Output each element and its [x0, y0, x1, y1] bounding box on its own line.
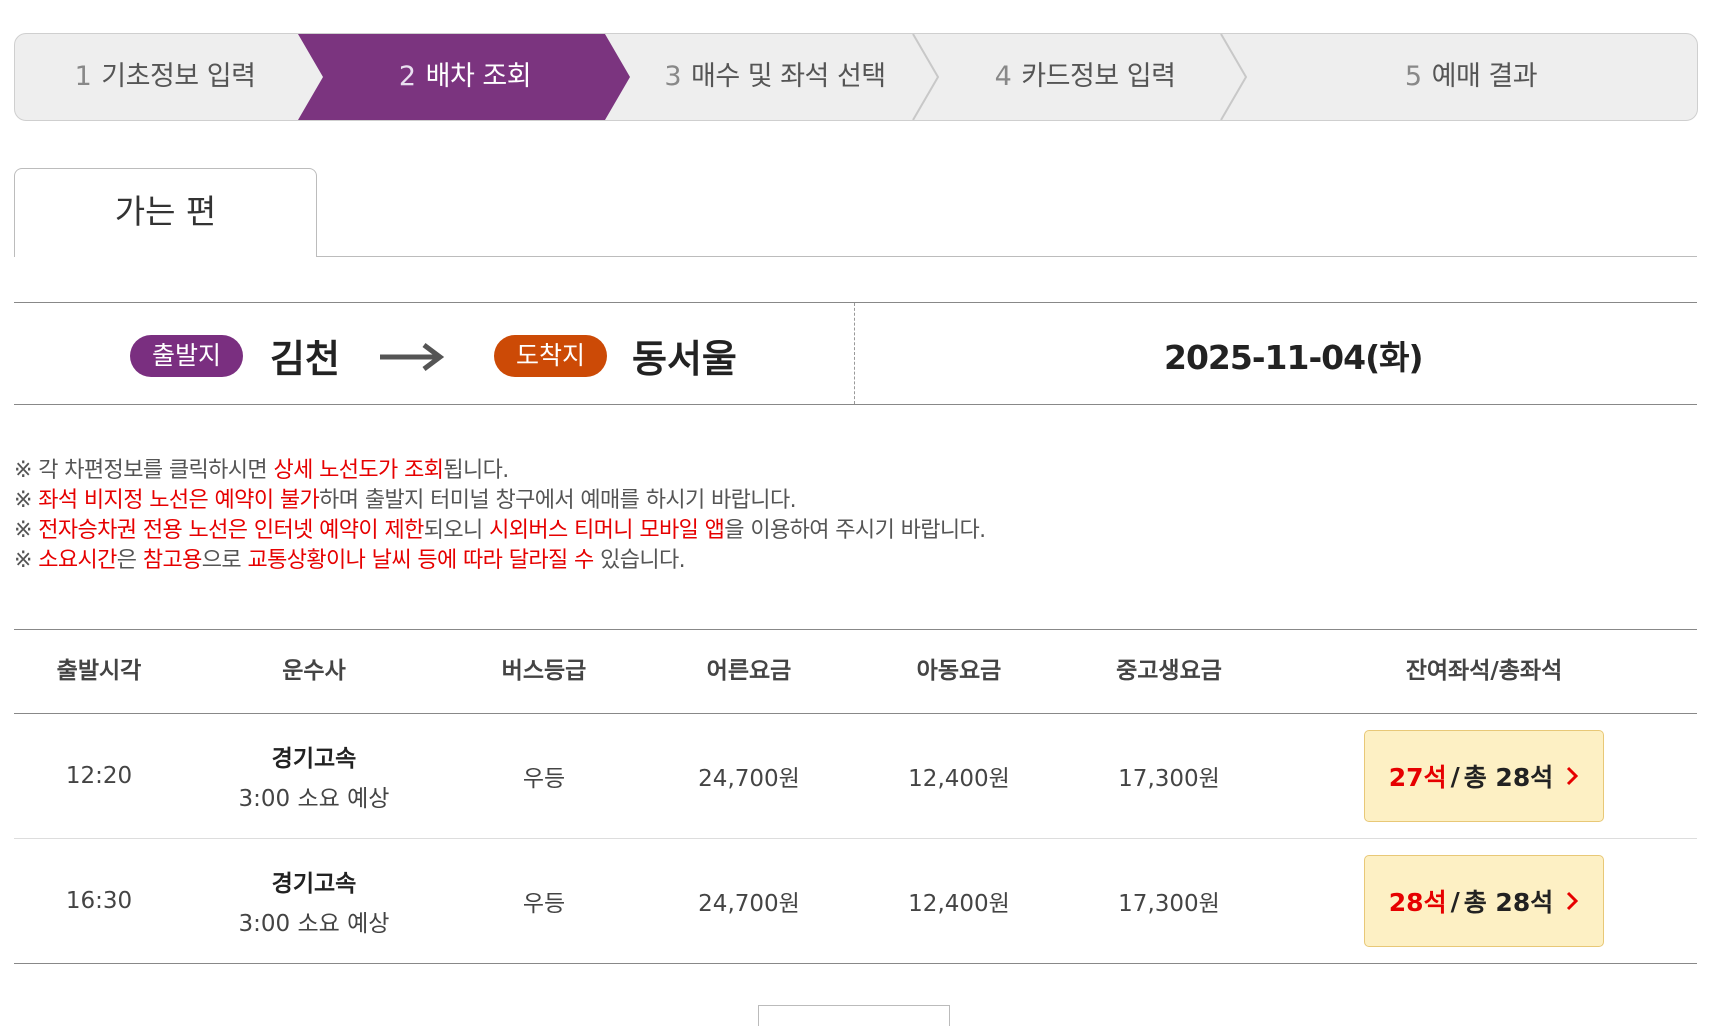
arrival-badge: 도착지: [494, 335, 608, 377]
notice-mark: ※: [14, 488, 39, 513]
grade-text: 우등: [522, 891, 566, 917]
fare-text: 17,300원: [1118, 766, 1220, 792]
table-header: 출발시각 운수사 버스등급 어른요금 아동요금 중고생요금 잔여좌석/총좌석: [14, 629, 1697, 714]
departure-city: 김천: [270, 337, 340, 381]
departure-time: 16:30: [14, 839, 184, 963]
fare-text: 24,700원: [698, 766, 800, 792]
header-child-fare: 아동요금: [916, 658, 1002, 684]
notice-highlight: 상세 노선도가 조회: [273, 458, 444, 483]
notice-item: ※ 각 차편정보를 클릭하시면 상세 노선도가 조회됩니다.: [14, 456, 986, 486]
step-number: 5: [1404, 61, 1422, 92]
remaining-seats: 28석: [1388, 888, 1447, 917]
notice-mark: ※: [14, 548, 39, 573]
arrival-city: 동서울: [632, 337, 737, 381]
adult-fare: 24,700원: [644, 839, 854, 963]
notice-highlight: 소요시간: [38, 548, 117, 573]
seat-separator: /: [1450, 886, 1460, 916]
notice-mark: ※: [14, 518, 39, 543]
chevron-right-icon: [1567, 766, 1579, 786]
notice-highlight: 시외버스 티머니 모바일 앱: [489, 518, 725, 543]
notice-text: 을 이용하여 주시기 바랍니다.: [724, 518, 986, 543]
select-seat-button[interactable]: 27석 / 총 28석: [1364, 730, 1604, 822]
fare-text: 12,400원: [908, 891, 1010, 917]
duration-text: 3:00 소요 예상: [238, 786, 390, 812]
notice-highlight: 참고용: [142, 548, 203, 573]
youth-fare: 17,300원: [1064, 714, 1274, 838]
fare-text: 24,700원: [698, 891, 800, 917]
grade-text: 우등: [522, 766, 566, 792]
fare-text: 17,300원: [1118, 891, 1220, 917]
header-bus-grade: 버스등급: [501, 658, 587, 684]
step-3: 3 매수 및 좌석 선택: [625, 34, 925, 120]
time-text: 12:20: [65, 763, 133, 789]
time-text: 16:30: [65, 888, 133, 914]
schedule-table: 출발시각 운수사 버스등급 어른요금 아동요금 중고생요금 잔여좌석/총좌석 1…: [14, 629, 1697, 964]
notice-text: 각 차편정보를 클릭하시면: [38, 458, 274, 483]
company-name: 경기고속: [271, 746, 357, 772]
header-seats: 잔여좌석/총좌석: [1405, 658, 1563, 684]
tab-outbound[interactable]: 가는 편: [14, 168, 317, 257]
company-name: 경기고속: [271, 871, 357, 897]
departure-time: 12:20: [14, 714, 184, 838]
child-fare: 12,400원: [854, 714, 1064, 838]
notice-highlight: 교통상황이나 날씨 등에 따라 달라질 수: [247, 548, 594, 573]
step-number: 4: [994, 61, 1012, 92]
tab-underline: [317, 256, 1697, 257]
step-label: 배차 조회: [425, 61, 532, 92]
step-label: 예매 결과: [1431, 61, 1538, 92]
header-adult-fare: 어른요금: [706, 658, 792, 684]
step-1: 1 기초정보 입력: [15, 34, 315, 120]
bus-grade: 우등: [444, 714, 644, 838]
chevron-right-icon: [1567, 891, 1579, 911]
step-label: 카드정보 입력: [1021, 61, 1176, 92]
bus-grade: 우등: [444, 839, 644, 963]
step-label: 매수 및 좌석 선택: [691, 61, 886, 92]
header-departure-time: 출발시각: [56, 658, 142, 684]
company-cell: 경기고속 3:00 소요 예상: [184, 839, 444, 963]
notice-highlight: 좌석 비지정 노선은 예약이 불가: [38, 488, 320, 513]
remaining-seats: 27석: [1388, 763, 1447, 792]
notice-text: 으로: [201, 548, 248, 573]
step-2: 2 배차 조회: [315, 34, 615, 120]
notice-list: ※ 각 차편정보를 클릭하시면 상세 노선도가 조회됩니다. ※ 좌석 비지정 …: [14, 456, 986, 576]
step-label: 기초정보 입력: [101, 61, 256, 92]
duration-text: 3:00 소요 예상: [238, 911, 390, 937]
step-4: 4 카드정보 입력: [935, 34, 1235, 120]
route-summary: 출발지 김천 도착지 동서울 2025-11-04(화): [14, 302, 1697, 405]
step-progress-bar: 1 기초정보 입력 2 배차 조회 3 매수 및 좌석 선택 4 카드정보 입력 5 예매…: [14, 33, 1698, 121]
step-number: 2: [398, 61, 416, 92]
step-number: 1: [74, 61, 92, 92]
notice-item: ※ 전자승차권 전용 노선은 인터넷 예약이 제한되오니 시외버스 티머니 모바…: [14, 516, 986, 546]
seats-cell: 28석 / 총 28석: [1274, 839, 1694, 963]
notice-text: 됩니다.: [443, 458, 509, 483]
notice-text: 하며 출발지 터미널 창구에서 예매를 하시기 바랍니다.: [319, 488, 796, 513]
header-company: 운수사: [282, 658, 346, 684]
notice-text: 은: [116, 548, 143, 573]
select-seat-button[interactable]: 28석 / 총 28석: [1364, 855, 1604, 947]
child-fare: 12,400원: [854, 839, 1064, 963]
table-row[interactable]: 12:20 경기고속 3:00 소요 예상 우등 24,700원 12,400원…: [14, 714, 1697, 839]
table-row[interactable]: 16:30 경기고속 3:00 소요 예상 우등 24,700원 12,400원…: [14, 839, 1697, 964]
company-cell: 경기고속 3:00 소요 예상: [184, 714, 444, 838]
notice-item: ※ 소요시간은 참고용으로 교통상황이나 날씨 등에 따라 달라질 수 있습니다…: [14, 546, 986, 576]
notice-item: ※ 좌석 비지정 노선은 예약이 불가하며 출발지 터미널 창구에서 예매를 하…: [14, 486, 986, 516]
notice-highlight: 전자승차권 전용 노선은 인터넷 예약이 제한: [38, 518, 424, 543]
route-divider: [854, 303, 855, 404]
total-seats: 총 28석: [1463, 888, 1554, 917]
adult-fare: 24,700원: [644, 714, 854, 838]
notice-mark: ※: [14, 458, 39, 483]
departure-badge: 출발지: [130, 335, 244, 377]
seats-cell: 27석 / 총 28석: [1274, 714, 1694, 838]
notice-text: 되오니: [423, 518, 490, 543]
total-seats: 총 28석: [1463, 763, 1554, 792]
youth-fare: 17,300원: [1064, 839, 1274, 963]
step-number: 3: [664, 61, 682, 92]
fare-text: 12,400원: [908, 766, 1010, 792]
seat-separator: /: [1450, 761, 1460, 791]
right-arrow-icon: [380, 343, 445, 371]
header-youth-fare: 중고생요금: [1116, 658, 1222, 684]
step-5: 5 예매 결과: [1245, 34, 1697, 120]
departure-date: 2025-11-04(화): [1164, 338, 1424, 377]
notice-text: 있습니다.: [593, 548, 686, 573]
